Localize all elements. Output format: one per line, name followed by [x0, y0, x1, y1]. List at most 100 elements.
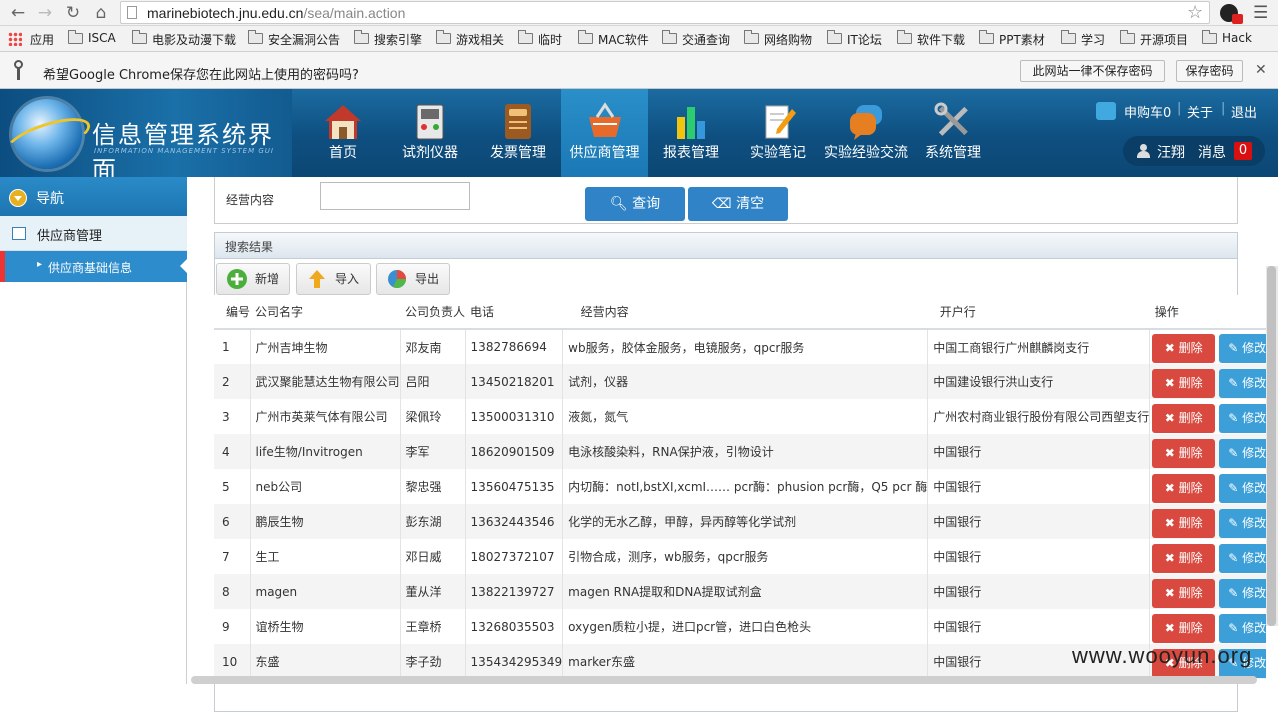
messages-link[interactable]: 消息 [1198, 142, 1226, 162]
nav-notes[interactable]: 实验笔记 [738, 89, 818, 177]
table-cell: 7 [214, 539, 251, 574]
home-icon[interactable]: ⌂ [91, 3, 111, 23]
sidebar-title: 导航 [36, 191, 64, 207]
horizontal-scrollbar[interactable] [191, 676, 1257, 684]
nav-exchange[interactable]: 实验经验交流 [822, 89, 910, 177]
table-cell: 广州市英莱气体有限公司 [250, 399, 401, 434]
vertical-scrollbar-thumb[interactable] [1267, 266, 1276, 626]
edit-button[interactable]: ✎ 修改 [1219, 613, 1266, 643]
import-button[interactable]: 导入 [296, 263, 371, 295]
logout-link[interactable]: 退出 [1231, 102, 1257, 121]
delete-label: 删除 [1178, 445, 1203, 460]
query-button[interactable]: 🔍︎ 查询 [585, 187, 685, 221]
bookmark-folder[interactable]: 学习 [1061, 30, 1105, 47]
pie-chart-icon [388, 270, 406, 288]
nav-suppliers[interactable]: 供应商管理 [561, 89, 648, 177]
ledger-icon [505, 104, 531, 139]
table-cell: 谊桥生物 [250, 609, 401, 644]
bookmark-label: ISCA [88, 31, 116, 45]
star-icon[interactable]: ☆ [1187, 2, 1203, 23]
delete-button[interactable]: ✖ 删除 [1152, 613, 1216, 643]
delete-label: 删除 [1178, 375, 1203, 390]
column-header[interactable]: 公司名字 [250, 295, 401, 330]
delete-button[interactable]: ✖ 删除 [1152, 403, 1216, 433]
cart-icon[interactable] [1096, 102, 1116, 120]
column-header[interactable]: 电话 [465, 295, 563, 330]
table-cell: 李子劲 [400, 644, 466, 679]
add-button[interactable]: 新增 [216, 263, 290, 295]
collapse-arrow-icon[interactable] [9, 189, 27, 207]
close-icon[interactable]: ✕ [1255, 62, 1267, 78]
back-arrow-icon[interactable]: ← [8, 3, 28, 23]
column-header[interactable]: 开户行 [927, 295, 1150, 330]
edit-button[interactable]: ✎ 修改 [1219, 438, 1266, 468]
sidebar-item-supplier-info[interactable]: ▸ 供应商基础信息 [0, 251, 188, 282]
sidebar-header[interactable]: 导航 [0, 177, 187, 216]
username[interactable]: 汪翔 [1157, 142, 1185, 162]
column-header[interactable]: 公司负责人 [400, 295, 466, 330]
row-actions: ✖ 删除 ✎ 修改 [1149, 574, 1266, 609]
edit-label: 修改 [1242, 515, 1266, 530]
delete-button[interactable]: ✖ 删除 [1152, 543, 1216, 573]
bookmark-folder[interactable]: PPT素材 [979, 30, 1045, 47]
clear-button[interactable]: ⌫ 清空 [688, 187, 788, 221]
bookmark-apps[interactable]: 应用 [8, 31, 54, 47]
plus-circle-icon [227, 269, 247, 289]
table-cell: 王章桥 [400, 609, 466, 644]
edit-button[interactable]: ✎ 修改 [1219, 334, 1266, 363]
table-cell: 中国银行 [927, 539, 1151, 574]
delete-button[interactable]: ✖ 删除 [1152, 334, 1216, 363]
bookmark-folder[interactable]: 搜索引擎 [354, 30, 422, 47]
edit-button[interactable]: ✎ 修改 [1219, 508, 1266, 538]
column-header[interactable]: 编号 [214, 295, 251, 330]
cart-link[interactable]: 申购车0 [1124, 102, 1171, 121]
bookmark-folder[interactable]: MAC软件 [578, 30, 649, 47]
nav-system[interactable]: 系统管理 [913, 89, 993, 177]
bookmark-folder[interactable]: 电影及动漫下载 [132, 30, 236, 47]
export-button[interactable]: 导出 [376, 263, 450, 295]
table-cell: 邓友南 [400, 329, 466, 364]
bookmark-folder[interactable]: 软件下载 [897, 30, 965, 47]
nav-invoices[interactable]: 发票管理 [478, 89, 558, 177]
table-cell: 中国工商银行广州麒麟岗支行 [927, 329, 1151, 364]
never-save-button[interactable]: 此网站一律不保存密码 [1020, 60, 1165, 82]
delete-button[interactable]: ✖ 删除 [1152, 578, 1216, 608]
bookmark-folder[interactable]: 临时 [518, 30, 562, 47]
edit-button[interactable]: ✎ 修改 [1219, 403, 1266, 433]
bookmark-folder[interactable]: 游戏相关 [436, 30, 504, 47]
delete-button[interactable]: ✖ 删除 [1152, 438, 1216, 468]
sidebar-section-suppliers[interactable]: 供应商管理 [0, 216, 187, 251]
table-cell: 8 [214, 574, 251, 609]
save-password-button[interactable]: 保存密码 [1176, 60, 1243, 82]
messages-count-badge[interactable]: 0 [1234, 142, 1252, 160]
delete-button[interactable]: ✖ 删除 [1152, 508, 1216, 538]
bookmark-folder[interactable]: 网络购物 [744, 30, 812, 47]
bookmark-folder[interactable]: Hack [1202, 30, 1252, 47]
bookmark-folder[interactable]: 开源项目 [1120, 30, 1188, 47]
folder-icon [578, 30, 593, 44]
edit-button[interactable]: ✎ 修改 [1219, 543, 1266, 573]
delete-button[interactable]: ✖ 删除 [1152, 473, 1216, 503]
column-header[interactable]: 经营内容 [562, 295, 928, 330]
nav-reports[interactable]: 报表管理 [651, 89, 731, 177]
business-scope-input[interactable] [320, 182, 470, 210]
bookmark-folder[interactable]: ISCA [68, 30, 116, 47]
edit-button[interactable]: ✎ 修改 [1219, 368, 1266, 398]
row-actions: ✖ 删除 ✎ 修改 [1149, 364, 1266, 399]
address-bar[interactable]: marinebiotech.jnu.edu.cn/sea/main.action [120, 1, 1210, 24]
edit-button[interactable]: ✎ 修改 [1219, 578, 1266, 608]
forward-arrow-icon[interactable]: → [35, 3, 55, 23]
nav-reagents[interactable]: 试剂仪器 [390, 89, 470, 177]
bookmark-folder[interactable]: 交通查询 [662, 30, 730, 47]
reload-icon[interactable]: ↻ [63, 3, 83, 23]
business-scope-label: 经营内容 [226, 193, 275, 207]
delete-button[interactable]: ✖ 删除 [1152, 368, 1216, 398]
x-icon: ✖ [1164, 480, 1175, 495]
edit-button[interactable]: ✎ 修改 [1219, 473, 1266, 503]
bookmark-folder[interactable]: 安全漏洞公告 [248, 30, 340, 47]
bookmark-folder[interactable]: IT论坛 [827, 30, 882, 47]
nav-home[interactable]: 首页 [303, 89, 383, 177]
add-label: 新增 [255, 272, 280, 286]
about-link[interactable]: 关于 [1187, 102, 1213, 121]
hamburger-menu-icon[interactable]: ☰ [1253, 3, 1268, 23]
